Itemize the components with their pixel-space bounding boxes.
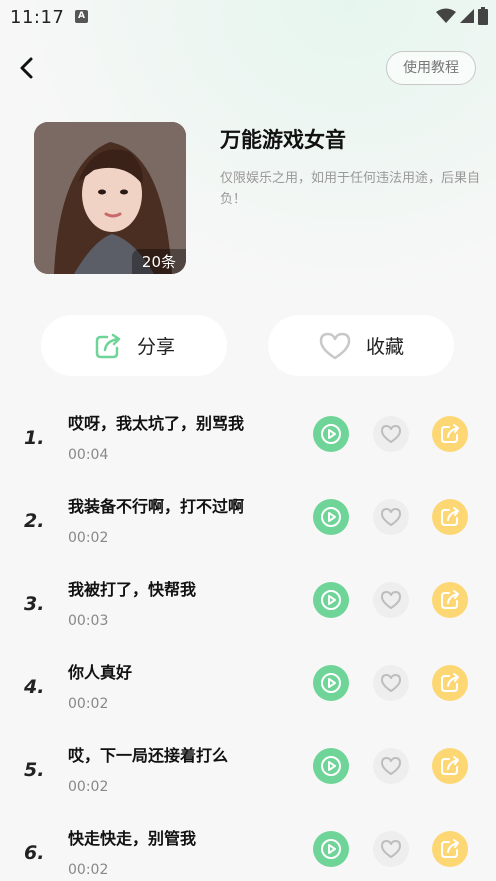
track-duration: 00:02 [68, 530, 109, 546]
track-duration: 00:03 [68, 613, 109, 629]
album-cover[interactable]: 20条 [34, 122, 186, 274]
track-index: 4. [24, 676, 45, 698]
heart-icon [381, 840, 401, 858]
play-icon [321, 507, 341, 527]
status-time: 11:17 [10, 7, 65, 28]
like-button[interactable] [373, 582, 409, 618]
like-button[interactable] [373, 748, 409, 784]
play-icon [321, 590, 341, 610]
heart-icon [381, 674, 401, 692]
tutorial-button[interactable]: 使用教程 [386, 51, 476, 85]
track-duration: 00:02 [68, 779, 109, 795]
track-share-button[interactable] [432, 582, 468, 618]
play-icon [321, 756, 341, 776]
share-icon [441, 507, 459, 526]
share-icon [441, 590, 459, 609]
album-description: 仅限娱乐之用，如用于任何违法用途，后果自负！ [220, 171, 481, 207]
like-button[interactable] [373, 831, 409, 867]
favorite-label: 收藏 [365, 336, 404, 358]
track-share-button[interactable] [432, 748, 468, 784]
play-button[interactable] [313, 499, 349, 535]
track-title: 我被打了，快帮我 [68, 580, 197, 599]
heart-icon [381, 757, 401, 775]
track-title: 哎呀，我太坑了，别骂我 [68, 414, 245, 433]
track-row[interactable]: 5. 哎，下一局还接着打么 00:02 [0, 732, 496, 814]
like-button[interactable] [373, 499, 409, 535]
share-icon [441, 756, 459, 775]
wifi-icon [436, 8, 456, 23]
play-icon [321, 673, 341, 693]
track-index: 5. [24, 759, 45, 781]
favorite-button[interactable]: 收藏 [268, 315, 454, 376]
track-duration: 00:04 [68, 447, 109, 463]
like-button[interactable] [373, 416, 409, 452]
track-row[interactable]: 6. 快走快走，别管我 00:02 [0, 815, 496, 881]
heart-icon [319, 332, 351, 359]
play-icon [321, 424, 341, 444]
back-button[interactable] [14, 54, 42, 82]
track-title: 我装备不行啊，打不过啊 [68, 497, 245, 516]
play-button[interactable] [313, 582, 349, 618]
track-row[interactable]: 3. 我被打了，快帮我 00:03 [0, 566, 496, 648]
track-title: 你人真好 [68, 663, 133, 682]
track-row[interactable]: 2. 我装备不行啊，打不过啊 00:02 [0, 483, 496, 565]
share-label: 分享 [136, 336, 175, 358]
track-share-button[interactable] [432, 499, 468, 535]
play-icon [321, 839, 341, 859]
track-index: 6. [24, 842, 45, 864]
chevron-left-icon [20, 57, 33, 79]
track-share-button[interactable] [432, 831, 468, 867]
share-button[interactable]: 分享 [41, 315, 227, 376]
share-icon [95, 333, 121, 358]
track-share-button[interactable] [432, 416, 468, 452]
album-title: 万能游戏女音 [220, 128, 346, 152]
play-button[interactable] [313, 748, 349, 784]
share-icon [441, 424, 459, 443]
track-count-badge: 20条 [131, 249, 186, 274]
status-indicators [436, 7, 488, 25]
heart-icon [381, 591, 401, 609]
play-button[interactable] [313, 831, 349, 867]
track-share-button[interactable] [432, 665, 468, 701]
track-row[interactable]: 1. 哎呀，我太坑了，别骂我 00:04 [0, 400, 496, 482]
battery-icon [478, 7, 488, 25]
like-button[interactable] [373, 665, 409, 701]
share-icon [441, 839, 459, 858]
status-bar: 11:17 A [0, 0, 496, 34]
track-title: 快走快走，别管我 [68, 829, 197, 848]
track-index: 2. [24, 510, 45, 532]
track-duration: 00:02 [68, 696, 109, 712]
share-icon [441, 673, 459, 692]
signal-icon [460, 9, 474, 23]
play-button[interactable] [313, 665, 349, 701]
track-index: 3. [24, 593, 45, 615]
track-row[interactable]: 4. 你人真好 00:02 [0, 649, 496, 731]
notification-icon: A [75, 10, 88, 23]
heart-icon [381, 508, 401, 526]
track-index: 1. [24, 427, 45, 449]
track-title: 哎，下一局还接着打么 [68, 746, 229, 765]
heart-icon [381, 425, 401, 443]
track-duration: 00:02 [68, 862, 109, 878]
play-button[interactable] [313, 416, 349, 452]
